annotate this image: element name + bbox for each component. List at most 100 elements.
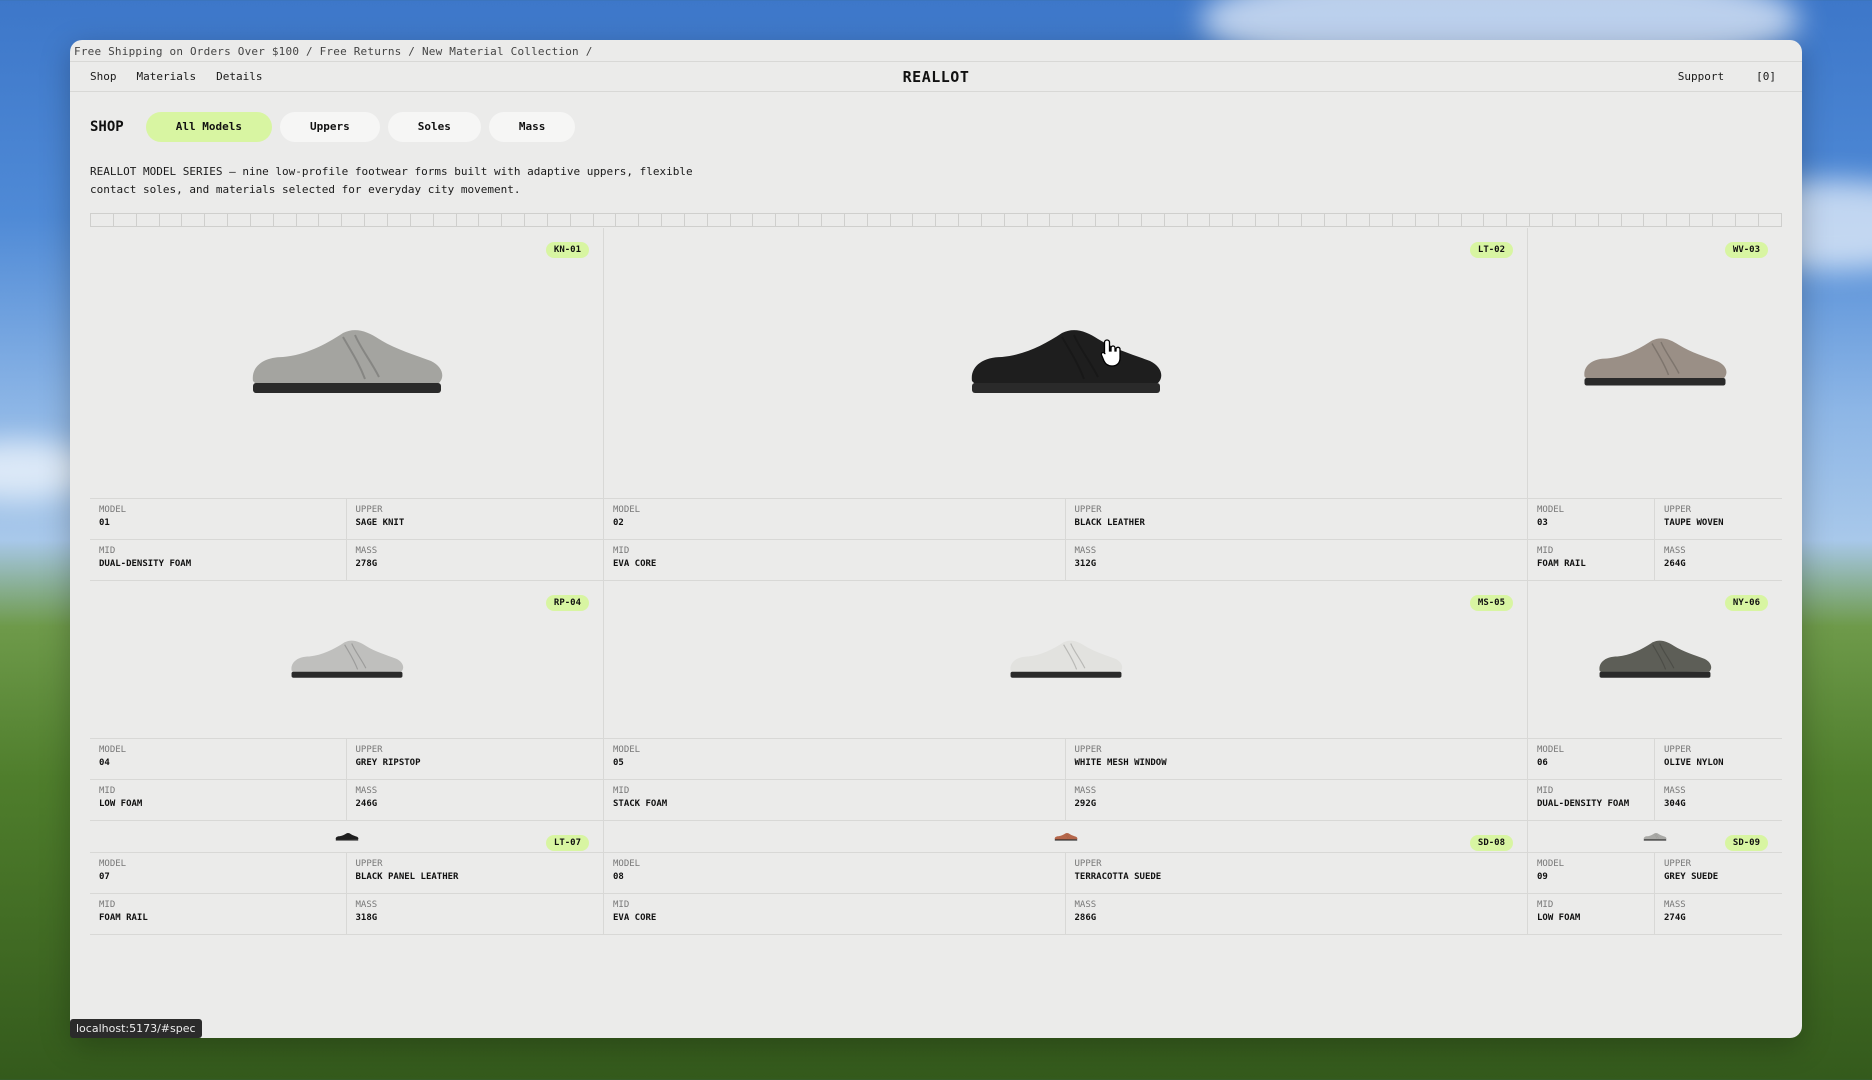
product-image[interactable]: SD-09	[1528, 821, 1782, 853]
product-image[interactable]: SD-08	[604, 821, 1527, 853]
spec-mass: MASS 312G	[1065, 540, 1527, 581]
spec-upper: UPPER BLACK PANEL LEATHER	[346, 853, 603, 894]
spec-model: MODEL 07	[90, 853, 347, 894]
spec-upper: UPPER GREY SUEDE	[1655, 853, 1782, 894]
product-image[interactable]: NY-06	[1528, 581, 1782, 739]
shoe-upper	[1599, 640, 1712, 673]
spec-mid: MID DUAL-DENSITY FOAM	[1528, 780, 1655, 821]
model-tag: MS-05	[1469, 595, 1513, 611]
product-image[interactable]: WV-03	[1528, 228, 1782, 499]
spec-mid: MID LOW FOAM	[1528, 894, 1655, 935]
spec-mid: MID FOAM RAIL	[90, 894, 347, 935]
spec-mass: MASS 292G	[1065, 780, 1527, 821]
product-card[interactable]: SD-09 MODEL 09 UPPER GREY SUEDE MID LOW FOA…	[1528, 821, 1782, 935]
support-link[interactable]: Support	[1678, 70, 1724, 83]
sneaker-icon	[971, 330, 1161, 393]
product-card[interactable]: RP-04 MODEL 04 UPPER GREY RIPSTOP MID LOW F…	[90, 581, 604, 821]
shoe-upper	[290, 640, 403, 673]
product-card[interactable]: KN-01 MODEL 01 UPPER SAGE KNIT MID DUAL-DEN…	[90, 228, 604, 581]
filter-soles[interactable]: Soles	[387, 112, 481, 142]
top-nav: Shop Materials Details REALLOT Support […	[70, 62, 1802, 92]
spec-mass: MASS 264G	[1655, 540, 1782, 581]
spec-table: MODEL 05 UPPER WHITE MESH WINDOW MID STACK …	[604, 739, 1527, 821]
model-tag: KN-01	[545, 242, 589, 258]
product-image[interactable]: LT-07	[90, 821, 603, 853]
sneaker-icon	[1009, 640, 1122, 678]
browser-window: Free Shipping on Orders Over $100 / Free…	[70, 40, 1802, 1038]
spec-mass: MASS 278G	[346, 540, 603, 581]
product-card[interactable]: MS-05 MODEL 05 UPPER WHITE MESH WINDOW MID…	[604, 581, 1528, 821]
shoe-upper	[335, 832, 358, 840]
shoe-upper	[1643, 832, 1667, 840]
spec-upper: UPPER TERRACOTTA SUEDE	[1065, 853, 1527, 894]
product-row: KN-01 MODEL 01 UPPER SAGE KNIT MID DUAL-DEN…	[90, 228, 1782, 581]
spec-table: MODEL 03 UPPER TAUPE WOVEN MID FOAM RAIL MA…	[1528, 499, 1782, 581]
shoe-upper	[252, 330, 442, 385]
product-card[interactable]: LT-02 MODEL 02 UPPER BLACK LEATHER MID EVA …	[604, 228, 1528, 581]
spec-table: MODEL 04 UPPER GREY RIPSTOP MID LOW FOAM MA…	[90, 739, 603, 821]
sneaker-icon	[1054, 832, 1077, 841]
hand-cursor-icon	[1100, 339, 1121, 367]
model-tag: SD-09	[1724, 835, 1768, 851]
shoe-upper	[1584, 338, 1727, 380]
brand-logo[interactable]: REALLOT	[903, 68, 970, 86]
spec-mass: MASS 286G	[1065, 894, 1527, 935]
model-tag: SD-08	[1469, 835, 1513, 851]
spec-model: MODEL 09	[1528, 853, 1655, 894]
sneaker-icon	[335, 832, 358, 841]
nav-details-link[interactable]: Details	[216, 70, 262, 83]
spec-upper: UPPER BLACK LEATHER	[1065, 499, 1527, 540]
product-grid: KN-01 MODEL 01 UPPER SAGE KNIT MID DUAL-DEN…	[90, 228, 1782, 935]
spec-upper: UPPER WHITE MESH WINDOW	[1065, 739, 1527, 780]
product-image[interactable]: RP-04	[90, 581, 603, 739]
spec-mass: MASS 246G	[346, 780, 603, 821]
shoe-upper	[1009, 640, 1122, 673]
shoe-upper	[1054, 832, 1077, 840]
model-tag: RP-04	[545, 595, 589, 611]
product-row: LT-07 MODEL 07 UPPER BLACK PANEL LEATHER M…	[90, 821, 1782, 935]
cart-button[interactable]: [0]	[1756, 70, 1776, 83]
ruler-strip	[90, 213, 1782, 227]
sneaker-icon	[1599, 640, 1712, 678]
shop-label: SHOP	[90, 119, 124, 135]
spec-table: MODEL 09 UPPER GREY SUEDE MID LOW FOAM MASS…	[1528, 853, 1782, 935]
spec-table: MODEL 06 UPPER OLIVE NYLON MID DUAL-DENSITY…	[1528, 739, 1782, 821]
product-row: RP-04 MODEL 04 UPPER GREY RIPSTOP MID LOW F…	[90, 581, 1782, 821]
nav-links: Shop Materials Details	[90, 70, 262, 83]
spec-model: MODEL 08	[604, 853, 1066, 894]
product-image[interactable]: MS-05	[604, 581, 1527, 739]
product-image[interactable]: LT-02	[604, 228, 1527, 499]
product-card[interactable]: LT-07 MODEL 07 UPPER BLACK PANEL LEATHER M…	[90, 821, 604, 935]
product-image[interactable]: KN-01	[90, 228, 603, 499]
nav-right: Support [0]	[1678, 70, 1776, 83]
product-card[interactable]: SD-08 MODEL 08 UPPER TERRACOTTA SUEDE MID E…	[604, 821, 1528, 935]
spec-upper: UPPER SAGE KNIT	[346, 499, 603, 540]
model-tag: LT-02	[1469, 242, 1513, 258]
filter-bar: SHOP All Models Uppers Soles Mass	[90, 112, 576, 142]
filter-all-models[interactable]: All Models	[145, 112, 272, 142]
nav-shop-link[interactable]: Shop	[90, 70, 117, 83]
spec-model: MODEL 05	[604, 739, 1066, 780]
spec-table: MODEL 01 UPPER SAGE KNIT MID DUAL-DENSITY F…	[90, 499, 603, 581]
filter-uppers[interactable]: Uppers	[279, 112, 380, 142]
product-card[interactable]: NY-06 MODEL 06 UPPER OLIVE NYLON MID DUAL-D…	[1528, 581, 1782, 821]
spec-mid: MID STACK FOAM	[604, 780, 1066, 821]
status-url: localhost:5173/#spec	[70, 1019, 202, 1038]
spec-model: MODEL 06	[1528, 739, 1655, 780]
spec-mid: MID DUAL-DENSITY FOAM	[90, 540, 347, 581]
sneaker-icon	[1643, 832, 1667, 841]
model-tag: NY-06	[1724, 595, 1768, 611]
filter-mass[interactable]: Mass	[488, 112, 576, 142]
shipping-ticker: Free Shipping on Orders Over $100 / Free…	[70, 40, 1802, 62]
nav-materials-link[interactable]: Materials	[137, 70, 197, 83]
sneaker-icon	[1584, 338, 1727, 386]
product-card[interactable]: WV-03 MODEL 03 UPPER TAUPE WOVEN MID FOAM R…	[1528, 228, 1782, 581]
model-tag: LT-07	[545, 835, 589, 851]
spec-mid: MID EVA CORE	[604, 540, 1066, 581]
model-tag: WV-03	[1724, 242, 1768, 258]
spec-upper: UPPER OLIVE NYLON	[1655, 739, 1782, 780]
spec-model: MODEL 03	[1528, 499, 1655, 540]
spec-upper: UPPER GREY RIPSTOP	[346, 739, 603, 780]
spec-mass: MASS 318G	[346, 894, 603, 935]
spec-mid: MID FOAM RAIL	[1528, 540, 1655, 581]
